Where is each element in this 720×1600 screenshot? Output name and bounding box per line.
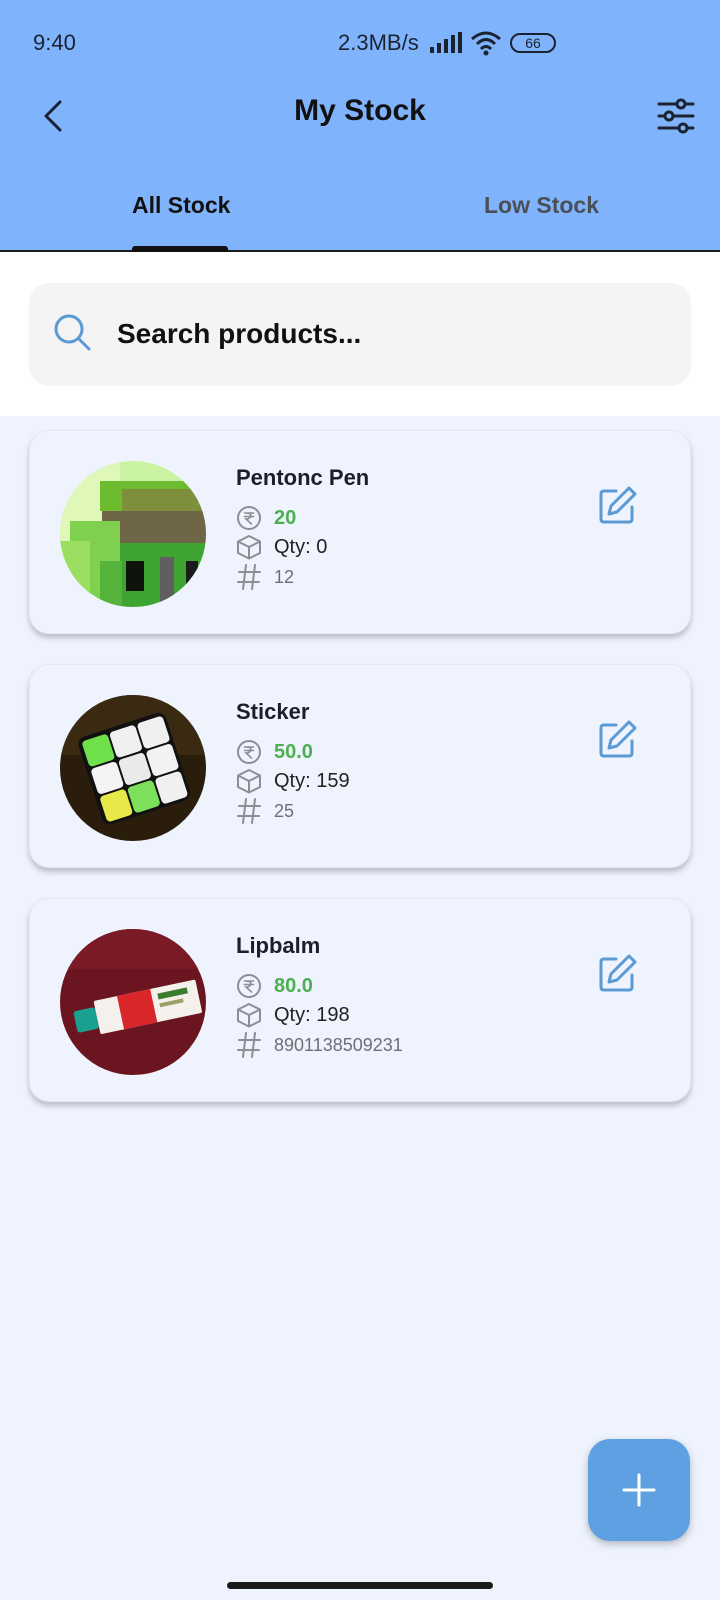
product-price: 50.0 bbox=[274, 740, 313, 763]
product-image bbox=[60, 929, 206, 1075]
home-indicator[interactable] bbox=[227, 1582, 493, 1589]
plus-icon bbox=[622, 1473, 656, 1507]
product-code-row: 8901138509231 bbox=[236, 1031, 403, 1059]
network-speed: 2.3MB/s bbox=[338, 30, 419, 55]
tab-all-stock[interactable]: All Stock bbox=[132, 192, 230, 219]
hash-icon bbox=[237, 1032, 261, 1058]
product-name: Sticker bbox=[236, 699, 310, 724]
edit-icon bbox=[599, 720, 637, 758]
status-bar: 9:40 2.3MB/s 66 bbox=[0, 0, 720, 86]
box-icon bbox=[237, 535, 261, 560]
edit-icon bbox=[599, 486, 637, 524]
product-qty-row: Qty: 159 bbox=[236, 768, 350, 794]
product-qty: Qty: 159 bbox=[274, 769, 350, 792]
search-bar[interactable] bbox=[29, 283, 691, 386]
sliders-icon bbox=[657, 98, 695, 134]
app-bar: 9:40 2.3MB/s 66 My Stock All Stock Low S… bbox=[0, 0, 720, 252]
edit-button[interactable] bbox=[596, 951, 640, 995]
wifi-icon bbox=[470, 30, 502, 61]
search-icon bbox=[54, 314, 91, 351]
page-title: My Stock bbox=[294, 94, 426, 127]
search-input[interactable] bbox=[117, 309, 657, 359]
filter-button[interactable] bbox=[656, 96, 696, 136]
product-price-row: 50.0 bbox=[236, 739, 313, 765]
product-code: 12 bbox=[274, 566, 295, 587]
product-price-row: 80.0 bbox=[236, 973, 313, 999]
product-image bbox=[60, 695, 206, 841]
hash-icon bbox=[237, 564, 261, 590]
product-price-row: 20 bbox=[236, 505, 296, 531]
edit-button[interactable] bbox=[596, 483, 640, 527]
product-qty: Qty: 198 bbox=[274, 1003, 350, 1026]
product-code-row: 25 bbox=[236, 797, 294, 825]
hash-icon bbox=[237, 798, 261, 824]
rupee-icon bbox=[237, 506, 261, 530]
product-card[interactable]: Pentonc Pen 20 Qty: 0 12 bbox=[29, 430, 691, 634]
product-code: 8901138509231 bbox=[274, 1034, 403, 1055]
search-section bbox=[0, 252, 720, 416]
add-product-button[interactable] bbox=[588, 1439, 690, 1541]
product-code: 25 bbox=[274, 800, 295, 821]
product-name: Pentonc Pen bbox=[236, 465, 370, 490]
product-image bbox=[60, 461, 206, 607]
product-price: 80.0 bbox=[274, 974, 313, 997]
status-time: 9:40 bbox=[33, 30, 76, 55]
box-icon bbox=[237, 769, 261, 794]
rupee-icon bbox=[237, 740, 261, 764]
product-qty-row: Qty: 0 bbox=[236, 534, 327, 560]
battery-icon: 66 bbox=[510, 33, 556, 53]
edit-icon bbox=[599, 954, 637, 992]
tab-low-stock[interactable]: Low Stock bbox=[484, 192, 599, 219]
product-qty-row: Qty: 198 bbox=[236, 1002, 350, 1028]
product-card[interactable]: Lipbalm 80.0 Qty: 198 8901138509231 bbox=[29, 898, 691, 1102]
product-code-row: 12 bbox=[236, 563, 294, 591]
product-name: Lipbalm bbox=[236, 933, 321, 958]
signal-icon bbox=[430, 32, 464, 59]
product-qty: Qty: 0 bbox=[274, 535, 328, 558]
edit-button[interactable] bbox=[596, 717, 640, 761]
product-card[interactable]: Sticker 50.0 Qty: 159 25 bbox=[29, 664, 691, 868]
rupee-icon bbox=[237, 974, 261, 998]
product-price: 20 bbox=[274, 506, 297, 529]
box-icon bbox=[237, 1003, 261, 1028]
